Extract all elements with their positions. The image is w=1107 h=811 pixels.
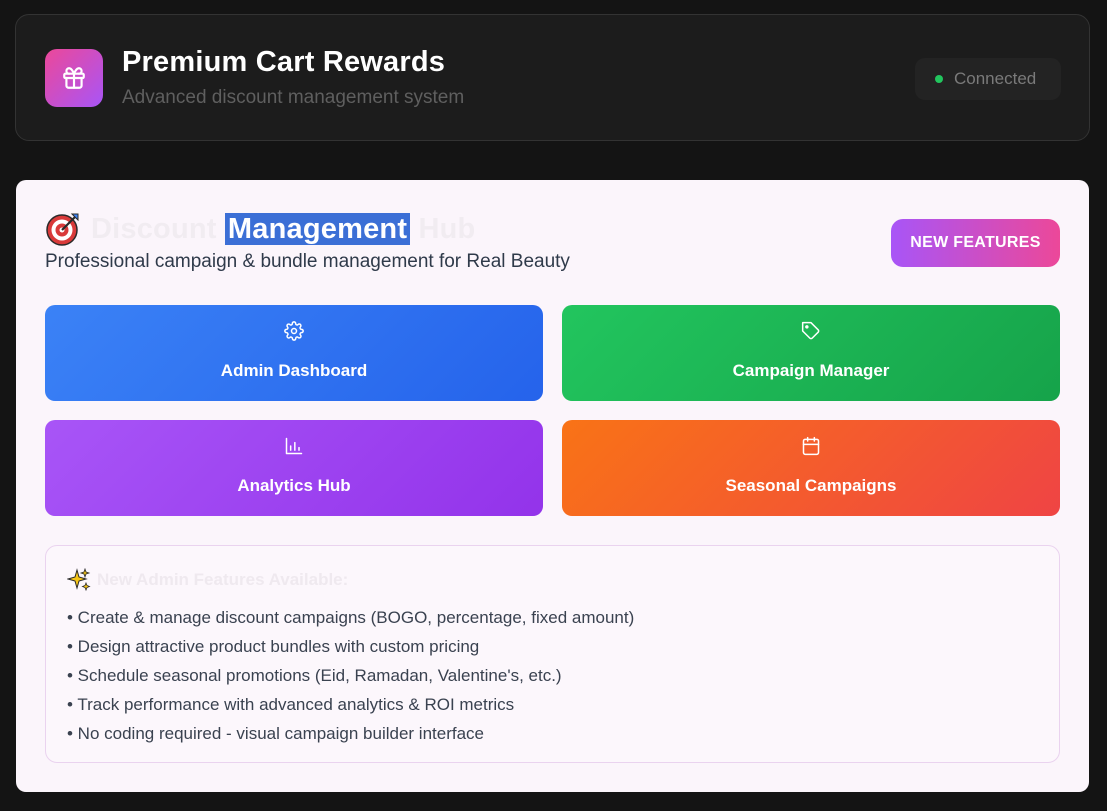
settings-icon bbox=[284, 321, 304, 341]
calendar-icon bbox=[802, 436, 820, 456]
new-features-button[interactable]: NEW FEATURES bbox=[891, 219, 1060, 267]
list-item: • Create & manage discount campaigns (BO… bbox=[67, 608, 635, 627]
features-heading: New Admin Features Available: bbox=[67, 568, 348, 592]
admin-dashboard-tile[interactable]: Admin Dashboard bbox=[45, 305, 543, 401]
tile-label: Analytics Hub bbox=[237, 476, 351, 495]
app-subtitle: Advanced discount management system bbox=[122, 87, 465, 108]
features-title: New Admin Features Available: bbox=[97, 570, 349, 589]
gift-icon bbox=[45, 49, 103, 107]
hub-subtitle: Professional campaign & bundle managemen… bbox=[45, 251, 570, 272]
app-header: Premium Cart Rewards Advanced discount m… bbox=[15, 14, 1090, 141]
bar-chart-icon bbox=[285, 437, 303, 455]
analytics-hub-tile[interactable]: Analytics Hub bbox=[45, 420, 543, 516]
list-item: • No coding required - visual campaign b… bbox=[67, 724, 485, 743]
list-item: • Schedule seasonal promotions (Eid, Ram… bbox=[67, 666, 562, 685]
status-label: Connected bbox=[954, 69, 1037, 88]
list-item: • Design attractive product bundles with… bbox=[67, 637, 480, 656]
hub-title-selected-text: Management bbox=[224, 212, 411, 245]
discount-management-panel: Discount Management Hub Professional cam… bbox=[16, 180, 1089, 792]
new-features-notice: New Admin Features Available: • Create &… bbox=[45, 545, 1060, 763]
tile-label: Campaign Manager bbox=[732, 361, 890, 380]
tag-icon bbox=[801, 321, 820, 340]
app-title: Premium Cart Rewards bbox=[122, 46, 446, 78]
connection-status-badge: Connected bbox=[915, 58, 1061, 100]
tile-label: Seasonal Campaigns bbox=[725, 476, 897, 495]
campaign-manager-tile[interactable]: Campaign Manager bbox=[562, 305, 1060, 401]
tile-label: Admin Dashboard bbox=[220, 361, 368, 380]
target-icon bbox=[46, 213, 79, 246]
seasonal-campaigns-tile[interactable]: Seasonal Campaigns bbox=[562, 420, 1060, 516]
features-list: • Create & manage discount campaigns (BO… bbox=[67, 603, 634, 748]
hub-title: Discount Management Hub bbox=[91, 212, 476, 245]
list-item: • Track performance with advanced analyt… bbox=[67, 695, 515, 714]
status-dot-icon bbox=[935, 75, 943, 83]
hub-heading: Discount Management Hub bbox=[45, 209, 475, 249]
sparkles-icon bbox=[67, 568, 91, 592]
